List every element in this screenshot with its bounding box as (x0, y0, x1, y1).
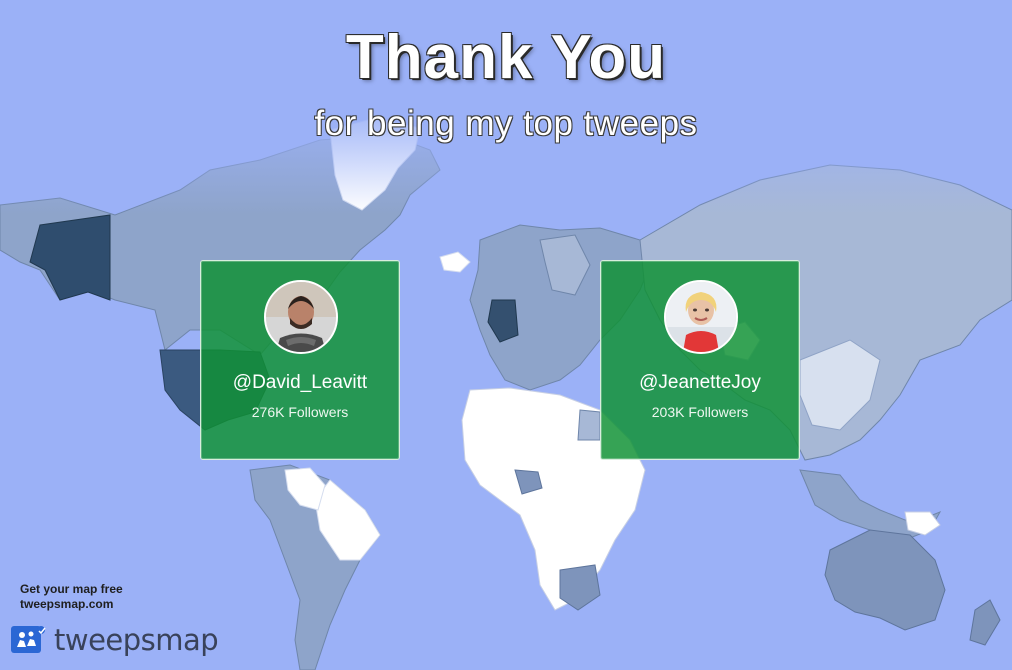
tweep-handle[interactable]: @JeanetteJoy (601, 372, 799, 394)
tweep-followers: 203K Followers (651, 404, 749, 420)
tweep-card[interactable]: @JeanetteJoy 203K Followers (600, 260, 800, 460)
avatar[interactable] (264, 280, 338, 354)
brand-name: tweepsmap (54, 623, 219, 657)
world-map (0, 0, 1012, 670)
page-title: Thank You (345, 23, 667, 92)
promo-link[interactable]: tweepsmap.com (20, 597, 123, 612)
brand-logo[interactable]: tweepsmap (10, 622, 219, 658)
tweep-handle[interactable]: @David_Leavitt (201, 372, 399, 394)
avatar-image (666, 282, 736, 352)
tweep-card[interactable]: @David_Leavitt 276K Followers (200, 260, 400, 460)
avatar[interactable] (664, 280, 738, 354)
promo-text[interactable]: Get your map free tweepsmap.com (20, 582, 123, 612)
tweepsmap-logo-icon (11, 626, 46, 653)
tweep-followers: 276K Followers (251, 404, 349, 420)
avatar-image (266, 282, 336, 352)
promo-line: Get your map free (20, 582, 123, 596)
page-subtitle: for being my top tweeps (314, 104, 698, 143)
